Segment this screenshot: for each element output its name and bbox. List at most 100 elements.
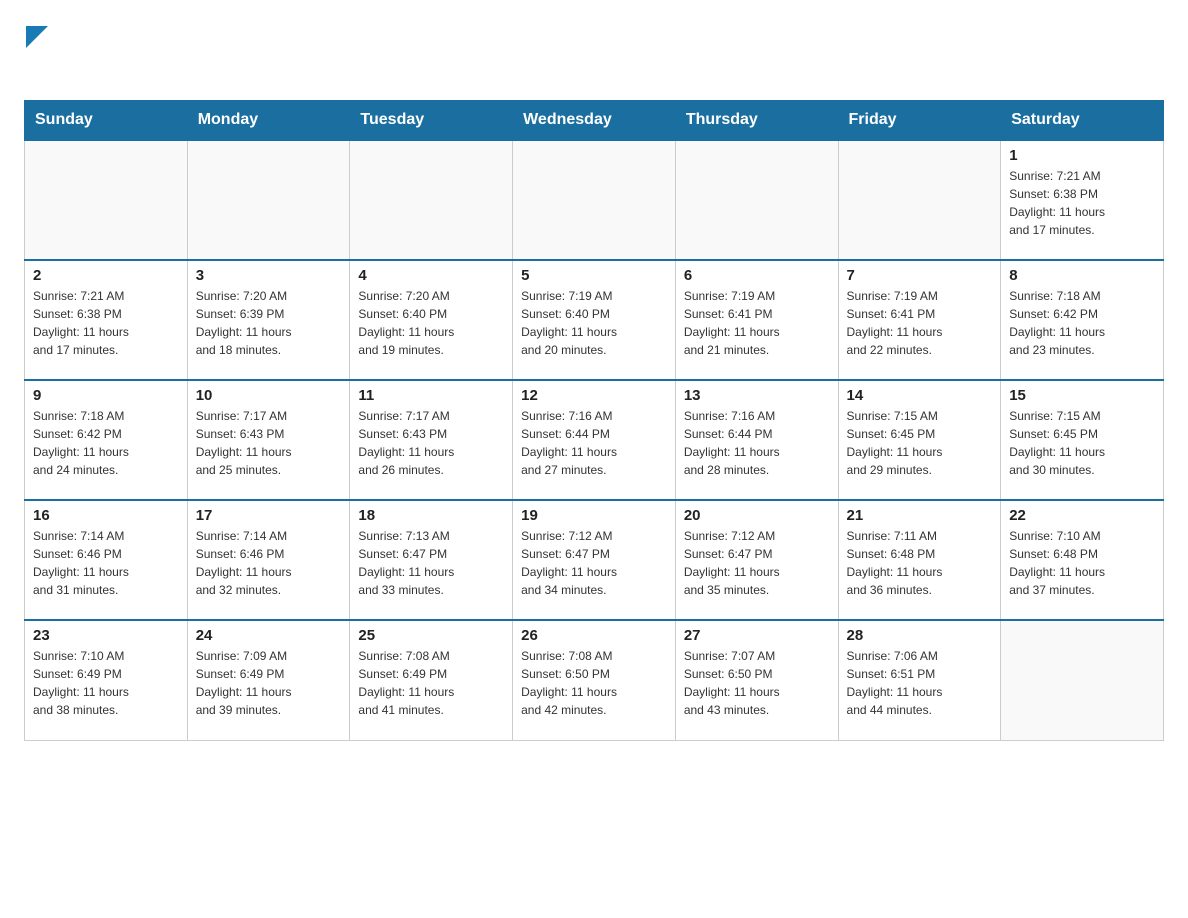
day-info: Sunrise: 7:17 AMSunset: 6:43 PMDaylight:…	[196, 407, 342, 479]
day-info: Sunrise: 7:10 AMSunset: 6:49 PMDaylight:…	[33, 647, 179, 719]
calendar-day-cell: 25 Sunrise: 7:08 AMSunset: 6:49 PMDayligh…	[350, 620, 513, 740]
day-info: Sunrise: 7:10 AMSunset: 6:48 PMDaylight:…	[1009, 527, 1155, 599]
column-header-wednesday: Wednesday	[513, 101, 676, 141]
day-number: 17	[196, 507, 342, 524]
calendar-day-cell: 7 Sunrise: 7:19 AMSunset: 6:41 PMDaylight…	[838, 260, 1001, 380]
day-number: 6	[684, 267, 830, 284]
day-number: 16	[33, 507, 179, 524]
day-number: 18	[358, 507, 504, 524]
day-number: 12	[521, 387, 667, 404]
day-info: Sunrise: 7:18 AMSunset: 6:42 PMDaylight:…	[1009, 287, 1155, 359]
day-number: 24	[196, 627, 342, 644]
calendar-day-cell: 3 Sunrise: 7:20 AMSunset: 6:39 PMDaylight…	[187, 260, 350, 380]
day-info: Sunrise: 7:14 AMSunset: 6:46 PMDaylight:…	[196, 527, 342, 599]
day-info: Sunrise: 7:12 AMSunset: 6:47 PMDaylight:…	[684, 527, 830, 599]
calendar-day-cell	[350, 140, 513, 260]
day-number: 4	[358, 267, 504, 284]
calendar-day-cell: 1 Sunrise: 7:21 AMSunset: 6:38 PMDaylight…	[1001, 140, 1164, 260]
day-info: Sunrise: 7:16 AMSunset: 6:44 PMDaylight:…	[521, 407, 667, 479]
day-number: 15	[1009, 387, 1155, 404]
day-number: 20	[684, 507, 830, 524]
day-info: Sunrise: 7:20 AMSunset: 6:39 PMDaylight:…	[196, 287, 342, 359]
day-number: 7	[847, 267, 993, 284]
day-info: Sunrise: 7:08 AMSunset: 6:50 PMDaylight:…	[521, 647, 667, 719]
calendar-header-row: SundayMondayTuesdayWednesdayThursdayFrid…	[25, 101, 1164, 141]
calendar-day-cell	[1001, 620, 1164, 740]
calendar-day-cell: 22 Sunrise: 7:10 AMSunset: 6:48 PMDayligh…	[1001, 500, 1164, 620]
calendar-table: SundayMondayTuesdayWednesdayThursdayFrid…	[24, 100, 1164, 741]
calendar-day-cell	[838, 140, 1001, 260]
calendar-week-row: 16 Sunrise: 7:14 AMSunset: 6:46 PMDayligh…	[25, 500, 1164, 620]
day-number: 27	[684, 627, 830, 644]
day-number: 21	[847, 507, 993, 524]
calendar-day-cell: 24 Sunrise: 7:09 AMSunset: 6:49 PMDayligh…	[187, 620, 350, 740]
calendar-day-cell: 8 Sunrise: 7:18 AMSunset: 6:42 PMDaylight…	[1001, 260, 1164, 380]
calendar-day-cell	[25, 140, 188, 260]
day-info: Sunrise: 7:08 AMSunset: 6:49 PMDaylight:…	[358, 647, 504, 719]
column-header-monday: Monday	[187, 101, 350, 141]
day-info: Sunrise: 7:15 AMSunset: 6:45 PMDaylight:…	[847, 407, 993, 479]
column-header-sunday: Sunday	[25, 101, 188, 141]
column-header-saturday: Saturday	[1001, 101, 1164, 141]
calendar-day-cell	[675, 140, 838, 260]
day-info: Sunrise: 7:18 AMSunset: 6:42 PMDaylight:…	[33, 407, 179, 479]
calendar-day-cell: 9 Sunrise: 7:18 AMSunset: 6:42 PMDaylight…	[25, 380, 188, 500]
calendar-day-cell: 16 Sunrise: 7:14 AMSunset: 6:46 PMDayligh…	[25, 500, 188, 620]
calendar-day-cell: 14 Sunrise: 7:15 AMSunset: 6:45 PMDayligh…	[838, 380, 1001, 500]
day-info: Sunrise: 7:21 AMSunset: 6:38 PMDaylight:…	[1009, 167, 1155, 239]
column-header-tuesday: Tuesday	[350, 101, 513, 141]
day-number: 23	[33, 627, 179, 644]
day-number: 19	[521, 507, 667, 524]
day-number: 3	[196, 267, 342, 284]
calendar-day-cell: 4 Sunrise: 7:20 AMSunset: 6:40 PMDaylight…	[350, 260, 513, 380]
day-info: Sunrise: 7:16 AMSunset: 6:44 PMDaylight:…	[684, 407, 830, 479]
day-number: 9	[33, 387, 179, 404]
day-number: 11	[358, 387, 504, 404]
calendar-day-cell: 10 Sunrise: 7:17 AMSunset: 6:43 PMDayligh…	[187, 380, 350, 500]
day-info: Sunrise: 7:19 AMSunset: 6:41 PMDaylight:…	[684, 287, 830, 359]
logo	[24, 24, 48, 82]
calendar-day-cell: 26 Sunrise: 7:08 AMSunset: 6:50 PMDayligh…	[513, 620, 676, 740]
day-number: 5	[521, 267, 667, 284]
page-header	[24, 24, 1164, 82]
day-number: 26	[521, 627, 667, 644]
calendar-day-cell: 28Sunrise: 7:06 AMSunset: 6:51 PMDayligh…	[838, 620, 1001, 740]
day-number: 25	[358, 627, 504, 644]
calendar-day-cell: 19 Sunrise: 7:12 AMSunset: 6:47 PMDayligh…	[513, 500, 676, 620]
day-info: Sunrise: 7:09 AMSunset: 6:49 PMDaylight:…	[196, 647, 342, 719]
calendar-day-cell: 6 Sunrise: 7:19 AMSunset: 6:41 PMDaylight…	[675, 260, 838, 380]
day-number: 14	[847, 387, 993, 404]
day-info: Sunrise: 7:19 AMSunset: 6:40 PMDaylight:…	[521, 287, 667, 359]
day-number: 2	[33, 267, 179, 284]
calendar-day-cell: 12 Sunrise: 7:16 AMSunset: 6:44 PMDayligh…	[513, 380, 676, 500]
day-info: Sunrise: 7:17 AMSunset: 6:43 PMDaylight:…	[358, 407, 504, 479]
calendar-day-cell: 15Sunrise: 7:15 AMSunset: 6:45 PMDayligh…	[1001, 380, 1164, 500]
day-number: 22	[1009, 507, 1155, 524]
day-info: Sunrise: 7:19 AMSunset: 6:41 PMDaylight:…	[847, 287, 993, 359]
calendar-day-cell: 27 Sunrise: 7:07 AMSunset: 6:50 PMDayligh…	[675, 620, 838, 740]
calendar-day-cell: 23 Sunrise: 7:10 AMSunset: 6:49 PMDayligh…	[25, 620, 188, 740]
calendar-day-cell: 11 Sunrise: 7:17 AMSunset: 6:43 PMDayligh…	[350, 380, 513, 500]
day-info: Sunrise: 7:21 AMSunset: 6:38 PMDaylight:…	[33, 287, 179, 359]
calendar-day-cell: 20 Sunrise: 7:12 AMSunset: 6:47 PMDayligh…	[675, 500, 838, 620]
day-info: Sunrise: 7:12 AMSunset: 6:47 PMDaylight:…	[521, 527, 667, 599]
day-info: Sunrise: 7:07 AMSunset: 6:50 PMDaylight:…	[684, 647, 830, 719]
day-number: 10	[196, 387, 342, 404]
column-header-thursday: Thursday	[675, 101, 838, 141]
calendar-week-row: 9 Sunrise: 7:18 AMSunset: 6:42 PMDaylight…	[25, 380, 1164, 500]
column-header-friday: Friday	[838, 101, 1001, 141]
day-info: Sunrise: 7:20 AMSunset: 6:40 PMDaylight:…	[358, 287, 504, 359]
day-info: Sunrise: 7:14 AMSunset: 6:46 PMDaylight:…	[33, 527, 179, 599]
calendar-day-cell: 17 Sunrise: 7:14 AMSunset: 6:46 PMDayligh…	[187, 500, 350, 620]
calendar-day-cell: 5 Sunrise: 7:19 AMSunset: 6:40 PMDaylight…	[513, 260, 676, 380]
calendar-day-cell	[187, 140, 350, 260]
day-info: Sunrise: 7:13 AMSunset: 6:47 PMDaylight:…	[358, 527, 504, 599]
logo-arrow-icon	[26, 26, 48, 48]
calendar-day-cell	[513, 140, 676, 260]
calendar-day-cell: 13Sunrise: 7:16 AMSunset: 6:44 PMDayligh…	[675, 380, 838, 500]
calendar-week-row: 2 Sunrise: 7:21 AMSunset: 6:38 PMDaylight…	[25, 260, 1164, 380]
day-number: 8	[1009, 267, 1155, 284]
day-info: Sunrise: 7:11 AMSunset: 6:48 PMDaylight:…	[847, 527, 993, 599]
calendar-day-cell: 2 Sunrise: 7:21 AMSunset: 6:38 PMDaylight…	[25, 260, 188, 380]
day-number: 1	[1009, 147, 1155, 164]
